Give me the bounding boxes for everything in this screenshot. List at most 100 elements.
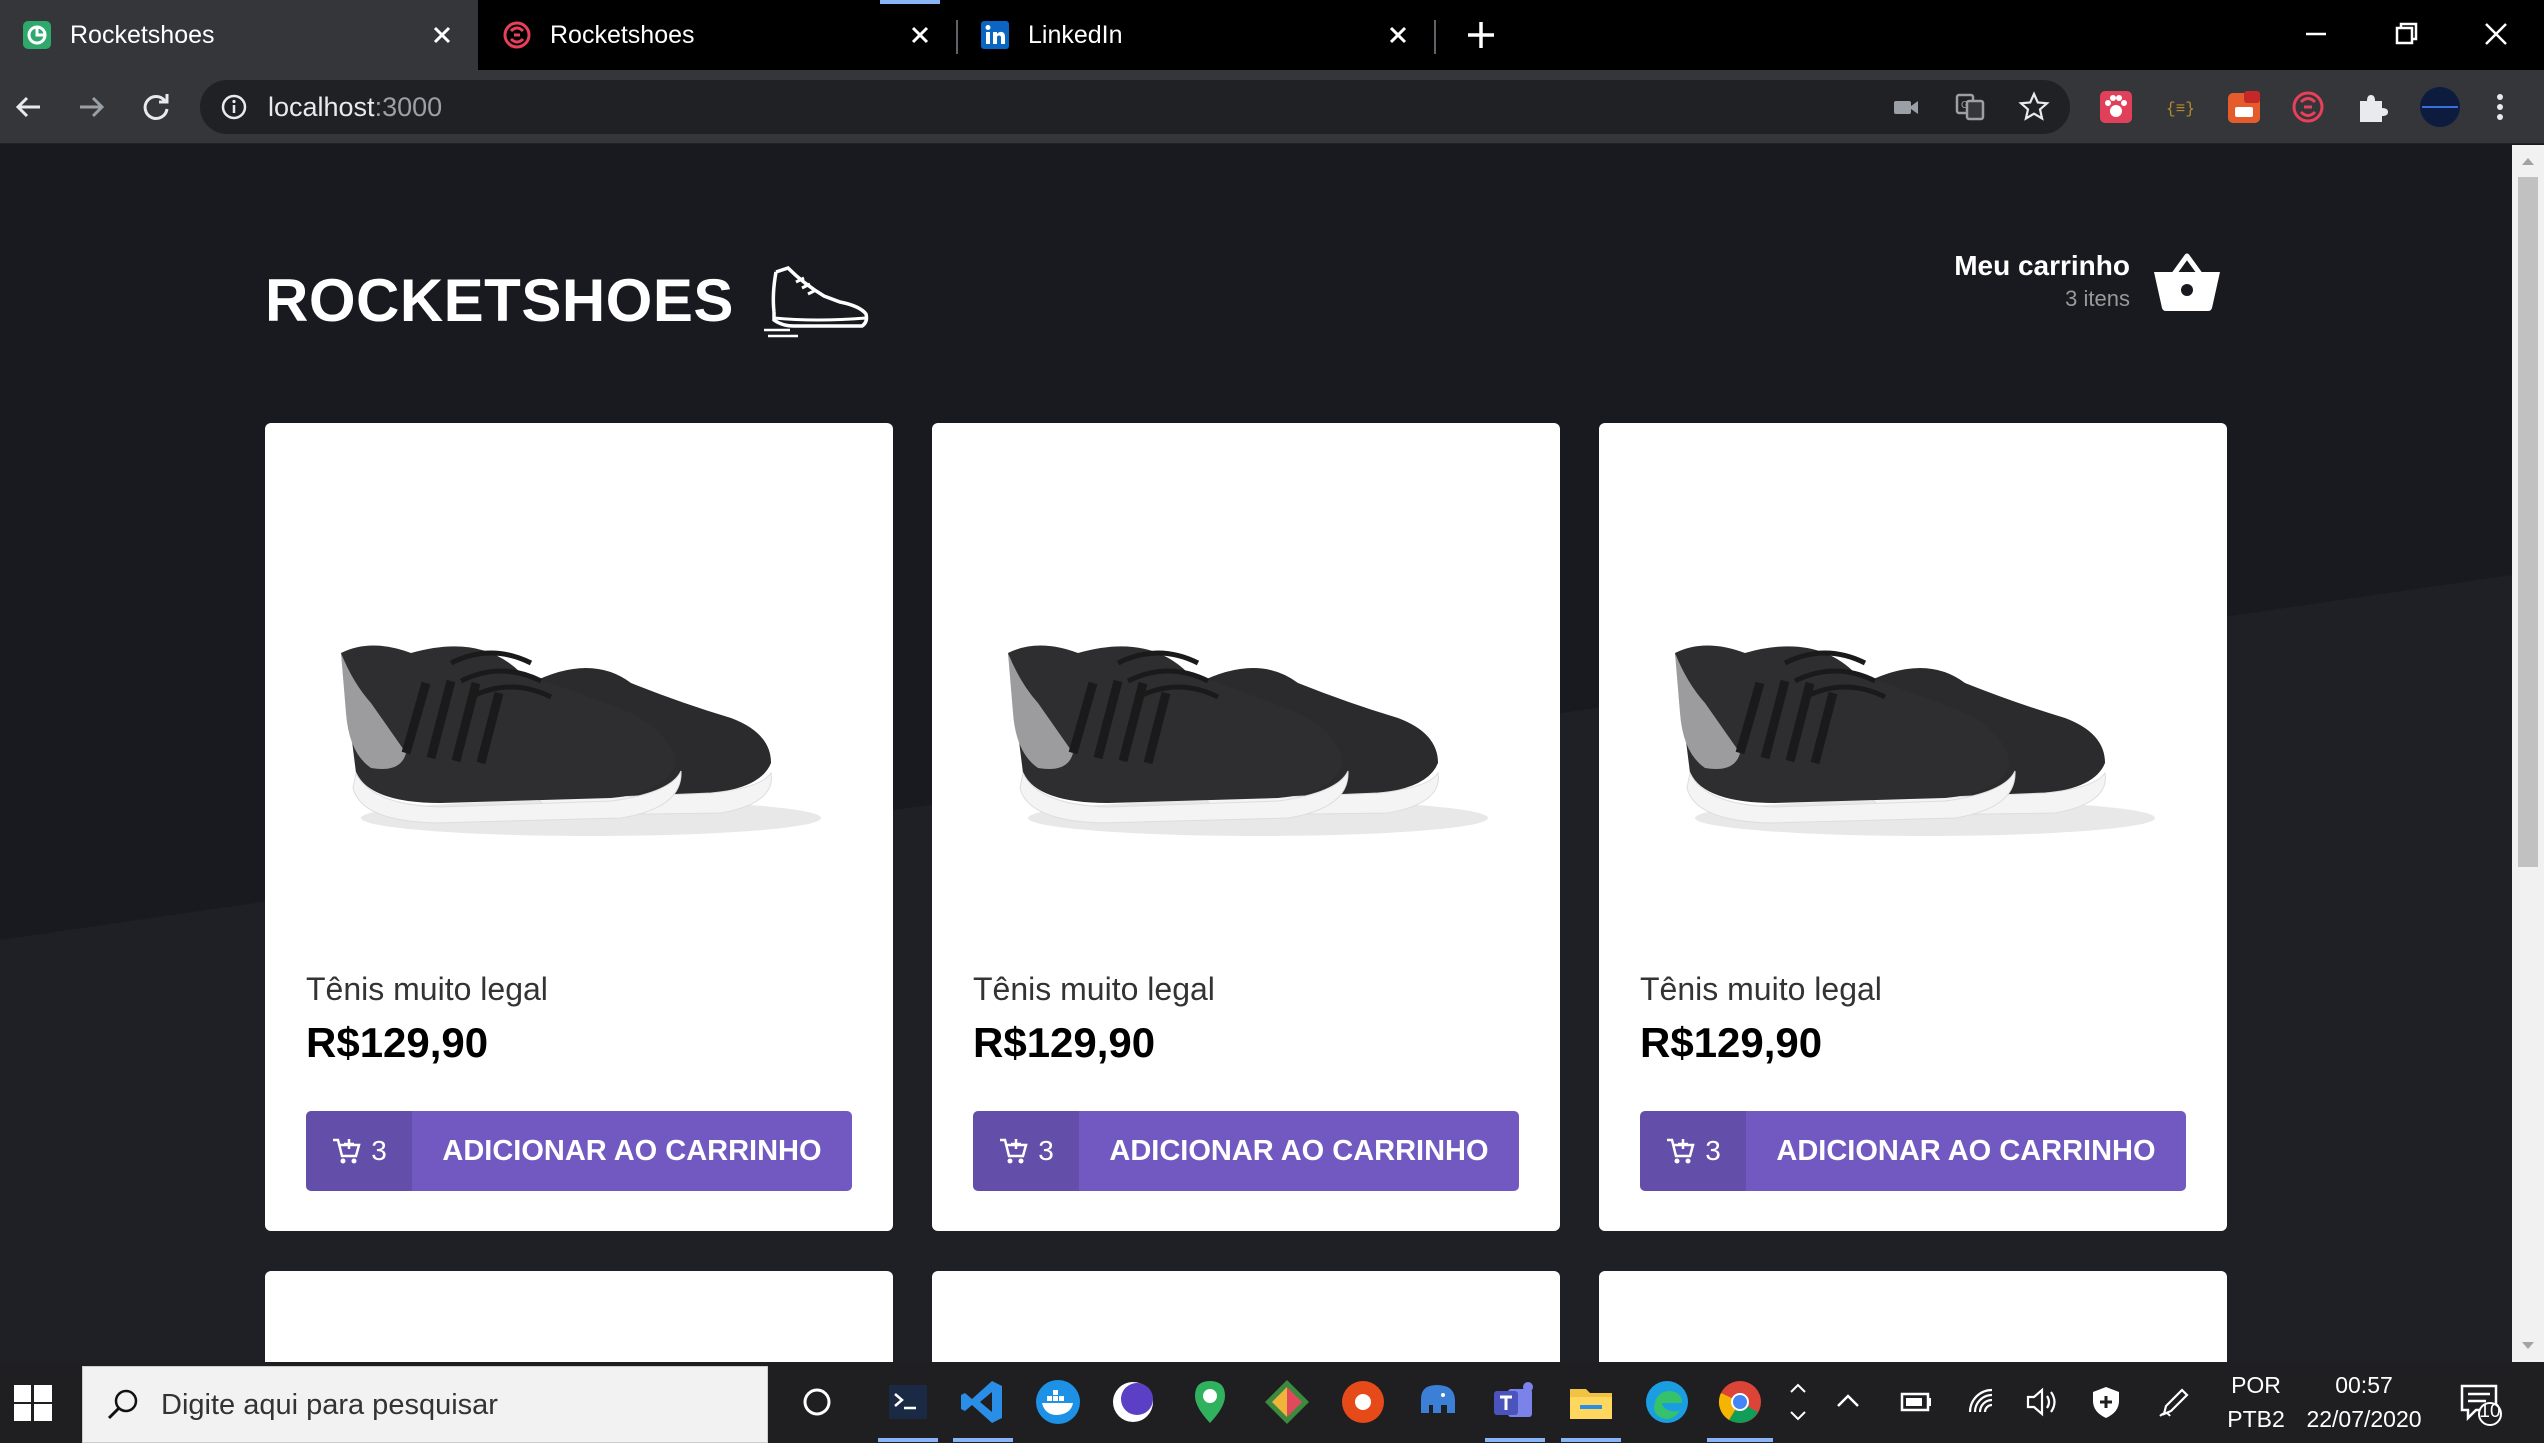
vscode-icon[interactable] bbox=[958, 1377, 1008, 1427]
product-title: Tênis muito legal bbox=[973, 971, 1215, 1007]
menu-kebab-icon[interactable] bbox=[2482, 89, 2518, 125]
page-scrollbar[interactable] bbox=[2512, 145, 2544, 1362]
url-port: :3000 bbox=[374, 92, 443, 122]
quantity-value: 3 bbox=[371, 1135, 387, 1166]
extension-json-icon[interactable]: {≡} bbox=[2162, 89, 2198, 125]
camera-blocked-icon[interactable] bbox=[1890, 91, 1922, 123]
tab-rocketshoes[interactable]: Rocketshoes bbox=[480, 0, 956, 70]
add-to-cart-button[interactable]: 3 ADICIONAR AO CARRINHO bbox=[306, 1111, 852, 1191]
basket-icon bbox=[2154, 253, 2220, 311]
minimize-icon[interactable] bbox=[2296, 14, 2336, 54]
product-price: R$129,90 bbox=[1640, 1019, 1823, 1066]
language-code[interactable]: POR bbox=[2218, 1372, 2294, 1399]
tab-linkedin[interactable]: LinkedIn bbox=[958, 0, 1434, 70]
cart-summary: Meu carrinho 3 itens bbox=[1954, 250, 2130, 312]
reload-icon[interactable] bbox=[136, 87, 176, 127]
security-shield-icon[interactable] bbox=[2088, 1384, 2124, 1420]
taskbar-scroll-icon[interactable] bbox=[1784, 1372, 1812, 1432]
elephant-icon[interactable] bbox=[1413, 1377, 1463, 1427]
scroll-down-icon[interactable] bbox=[2520, 1338, 2536, 1354]
search-placeholder: Digite aqui para pesquisar bbox=[161, 1389, 498, 1421]
cart-title: Meu carrinho bbox=[1954, 250, 2130, 281]
add-to-cart-button[interactable]: 3 ADICIONAR AO CARRINHO bbox=[1640, 1111, 2186, 1191]
running-indicator bbox=[1561, 1438, 1621, 1442]
extension-badge-icon[interactable] bbox=[2226, 89, 2262, 125]
gitkraken-icon[interactable] bbox=[1262, 1377, 1312, 1427]
translate-icon[interactable]: G bbox=[1954, 91, 1986, 123]
close-icon[interactable] bbox=[1384, 21, 1412, 49]
chrome-icon[interactable] bbox=[1715, 1377, 1765, 1427]
red-app-icon[interactable] bbox=[1338, 1377, 1388, 1427]
add-shopping-cart-icon bbox=[333, 1138, 361, 1164]
clock-time[interactable]: 00:57 bbox=[2292, 1372, 2436, 1399]
close-icon[interactable] bbox=[428, 21, 456, 49]
tab-separator bbox=[1434, 20, 1436, 54]
puzzle-extensions-icon[interactable] bbox=[2354, 89, 2390, 125]
shoe-logo-icon bbox=[763, 265, 869, 338]
running-indicator bbox=[1485, 1438, 1545, 1442]
cart-quantity: 3 bbox=[973, 1111, 1079, 1191]
maps-pin-icon[interactable] bbox=[1185, 1377, 1235, 1427]
chevron-up-icon[interactable] bbox=[1830, 1384, 1866, 1420]
product-title: Tênis muito legal bbox=[1640, 971, 1882, 1007]
running-indicator bbox=[953, 1438, 1013, 1442]
pen-icon[interactable] bbox=[2156, 1384, 2192, 1420]
windows-start-icon[interactable] bbox=[12, 1382, 54, 1424]
cart-link[interactable]: Meu carrinho 3 itens bbox=[1954, 250, 2222, 312]
add-shopping-cart-icon bbox=[1000, 1138, 1028, 1164]
cart-quantity: 3 bbox=[1640, 1111, 1746, 1191]
clock-date[interactable]: 22/07/2020 bbox=[2292, 1406, 2436, 1433]
quantity-value: 3 bbox=[1705, 1135, 1721, 1166]
logo[interactable]: ROCKETSHOES bbox=[265, 260, 874, 340]
browser-toolbar: localhost:3000 G {≡} bbox=[0, 70, 2544, 144]
extension-paw-icon[interactable] bbox=[2098, 89, 2134, 125]
product-image bbox=[341, 645, 821, 836]
battery-icon[interactable] bbox=[1898, 1384, 1934, 1420]
teams-icon[interactable] bbox=[1490, 1377, 1540, 1427]
tab-title: Rocketshoes bbox=[550, 20, 695, 49]
add-shopping-cart-icon bbox=[1667, 1138, 1695, 1164]
rocketseat-extension-icon[interactable] bbox=[2290, 89, 2326, 125]
tab-rocketshoes-active[interactable]: Rocketshoes bbox=[0, 0, 478, 70]
linkedin-favicon bbox=[981, 21, 1009, 49]
file-explorer-icon[interactable] bbox=[1566, 1377, 1616, 1427]
star-bookmark-icon[interactable] bbox=[2018, 91, 2050, 123]
product-card bbox=[932, 1271, 1560, 1362]
quantity-value: 3 bbox=[1038, 1135, 1054, 1166]
terminal-icon[interactable] bbox=[883, 1377, 933, 1427]
new-tab-icon[interactable] bbox=[1462, 16, 1500, 54]
wifi-icon[interactable] bbox=[1964, 1384, 2000, 1420]
window-close-icon[interactable] bbox=[2476, 14, 2516, 54]
volume-icon[interactable] bbox=[2024, 1384, 2060, 1420]
docker-icon[interactable] bbox=[1033, 1377, 1083, 1427]
info-icon[interactable] bbox=[220, 93, 248, 121]
product-image bbox=[1675, 645, 2155, 836]
tab-strip: Rocketshoes Rocketshoes LinkedIn bbox=[0, 0, 2544, 70]
logo-text: ROCKETSHOES bbox=[265, 266, 734, 334]
cortana-icon[interactable] bbox=[792, 1377, 842, 1427]
product-card: Tênis muito legal R$129,90 3 ADICIONAR A… bbox=[1599, 423, 2227, 1231]
product-image bbox=[1008, 645, 1488, 836]
tab-title: Rocketshoes bbox=[70, 20, 215, 49]
scroll-up-icon[interactable] bbox=[2520, 153, 2536, 169]
add-to-cart-label: ADICIONAR AO CARRINHO bbox=[442, 1134, 822, 1167]
cart-count: 3 itens bbox=[2065, 286, 2130, 311]
back-icon[interactable] bbox=[8, 87, 48, 127]
tab-title: LinkedIn bbox=[1028, 20, 1123, 49]
add-to-cart-button[interactable]: 3 ADICIONAR AO CARRINHO bbox=[973, 1111, 1519, 1191]
product-card: Tênis muito legal R$129,90 3 ADICIONAR A… bbox=[265, 423, 893, 1231]
restore-icon[interactable] bbox=[2386, 14, 2426, 54]
address-bar[interactable]: localhost:3000 G bbox=[200, 80, 2070, 134]
scroll-thumb[interactable] bbox=[2518, 177, 2538, 867]
edge-icon[interactable] bbox=[1642, 1377, 1692, 1427]
running-indicator bbox=[1707, 1438, 1773, 1442]
forward-icon[interactable] bbox=[72, 87, 112, 127]
close-icon[interactable] bbox=[906, 21, 934, 49]
eclipse-app-icon[interactable] bbox=[1108, 1377, 1158, 1427]
url-text[interactable]: localhost:3000 bbox=[268, 92, 442, 123]
keyboard-layout[interactable]: PTB2 bbox=[2218, 1406, 2294, 1433]
add-to-cart-label: ADICIONAR AO CARRINHO bbox=[1776, 1134, 2156, 1167]
profile-avatar-icon[interactable] bbox=[2418, 85, 2462, 129]
taskbar-search[interactable]: Digite aqui para pesquisar bbox=[82, 1366, 768, 1443]
product-card: Tênis muito legal R$129,90 3 ADICIONAR A… bbox=[932, 423, 1560, 1231]
